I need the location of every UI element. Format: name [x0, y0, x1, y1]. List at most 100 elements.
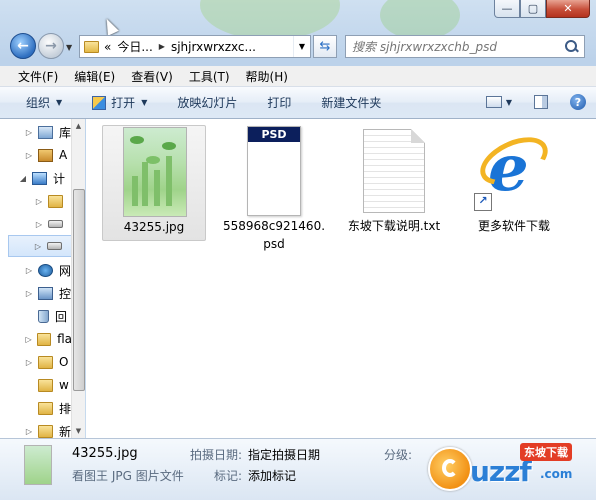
organize-label: 组织 [26, 96, 51, 110]
expand-arrow-icon[interactable]: ▷ [24, 289, 34, 298]
command-bar: 组织 ▼ 打开 ▼ 放映幻灯片 打印 新建文件夹 ▼ ? [0, 87, 596, 119]
refresh-button[interactable]: ⇆ [313, 35, 337, 58]
nav-item-label: 回 [55, 309, 68, 324]
internet-explorer-shortcut-icon: e ↗ [472, 127, 556, 211]
expand-arrow-icon[interactable]: ▷ [24, 151, 34, 160]
scroll-thumb[interactable] [73, 189, 85, 391]
folder-icon [38, 378, 53, 392]
folder-icon [38, 355, 53, 369]
details-file-name: 43255.jpg [72, 446, 138, 461]
close-button[interactable]: ✕ [546, 0, 590, 18]
file-name: 558968c921460.psd [222, 219, 326, 251]
nav-item-folder[interactable]: ▷ fla [0, 328, 73, 350]
change-view-icon[interactable] [485, 96, 502, 108]
network-icon [38, 263, 53, 277]
uzzf-watermark-logo: uzzf .com 东坡下载 [420, 443, 590, 498]
slideshow-button[interactable]: 放映幻灯片 [177, 94, 237, 111]
expand-arrow-icon[interactable]: ▷ [34, 197, 44, 206]
drive-icon [47, 242, 62, 250]
new-folder-button[interactable]: 新建文件夹 [321, 94, 381, 111]
new-folder-label: 新建文件夹 [321, 96, 382, 110]
expand-arrow-icon[interactable]: ▷ [34, 220, 44, 229]
breadcrumb-segment[interactable]: 今日... [117, 38, 152, 55]
nav-item-recycle-bin[interactable]: 回 [0, 305, 72, 327]
explorer-window: — ▢ ✕ ← → ▼ « 今日... ▶ sjhjrxwrxzxc... ▼ … [0, 0, 596, 500]
nav-item-folder[interactable]: w [0, 374, 72, 396]
file-item[interactable]: PSD 558968c921460.psd [222, 125, 326, 253]
scroll-down-icon[interactable]: ▼ [72, 424, 85, 438]
nav-scrollbar[interactable]: ▲ ▼ [71, 119, 85, 438]
computer-icon [32, 171, 47, 185]
chevron-down-icon[interactable]: ▼ [506, 98, 512, 107]
minimize-button[interactable]: — [494, 0, 520, 18]
nav-item-local-disk[interactable]: ▷ [0, 190, 72, 212]
nav-item-label: 排 [59, 401, 72, 416]
nav-item-label: fla [57, 332, 72, 346]
search-box[interactable] [345, 35, 585, 58]
maximize-button[interactable]: ▢ [520, 0, 546, 18]
open-button[interactable]: 打开 ▼ [92, 94, 147, 111]
arrow-left-icon: ← [17, 38, 29, 54]
search-icon[interactable] [565, 39, 579, 54]
chevron-down-icon: ▼ [141, 98, 148, 107]
control-panel-icon [38, 286, 53, 300]
recent-pages-dropdown-icon[interactable]: ▼ [66, 43, 72, 52]
menu-help[interactable]: 帮助(H) [246, 68, 288, 85]
preview-pane-icon[interactable] [534, 95, 548, 109]
address-bar[interactable]: « 今日... ▶ sjhjrxwrxzxc... ▼ [79, 35, 311, 58]
nav-item-label: 控 [59, 286, 72, 301]
file-name: 东坡下载说明.txt [347, 219, 441, 233]
nav-item-folder[interactable]: ▷ 新 [0, 420, 72, 438]
menu-view[interactable]: 查看(V) [131, 68, 173, 85]
forward-button[interactable]: → [38, 33, 64, 59]
view-controls: ▼ ? [485, 87, 586, 117]
scroll-up-icon[interactable]: ▲ [72, 119, 85, 133]
nav-item-label: 计 [53, 171, 66, 186]
nav-item-drive[interactable]: ▷ [0, 213, 72, 235]
file-item[interactable]: 43255.jpg [102, 125, 206, 241]
local-disk-icon [48, 194, 63, 208]
search-input[interactable] [346, 39, 563, 54]
nav-item-drive-selected[interactable]: ▷ [8, 235, 74, 257]
nav-item-libraries[interactable]: ▷ 库 [0, 121, 72, 143]
details-rating-key: 分级: [384, 448, 413, 462]
nav-item-label: O [59, 355, 69, 369]
breadcrumb-segment[interactable]: sjhjrxwrxzxc... [171, 40, 256, 54]
expand-arrow-icon[interactable]: ▷ [24, 266, 34, 275]
folder-icon [37, 332, 52, 346]
address-dropdown-icon[interactable]: ▼ [293, 36, 310, 57]
nav-item-user[interactable]: ▷ A [0, 144, 72, 166]
nav-item-network[interactable]: ▷ 网 [0, 259, 72, 281]
expand-arrow-icon[interactable]: ▷ [24, 335, 33, 344]
open-label: 打开 [111, 96, 136, 110]
nav-item-computer[interactable]: ◢ 计 [0, 167, 72, 189]
print-button[interactable]: 打印 [267, 94, 291, 111]
expand-arrow-icon[interactable]: ▷ [24, 427, 34, 436]
back-button[interactable]: ← [10, 33, 36, 59]
expand-arrow-icon[interactable]: ▷ [33, 242, 43, 251]
expand-arrow-icon[interactable]: ▷ [24, 358, 34, 367]
breadcrumb-overflow[interactable]: « [104, 40, 111, 54]
details-date-value[interactable]: 指定拍摄日期 [248, 446, 320, 463]
nav-item-folder[interactable]: ▷ O [0, 351, 72, 373]
slideshow-label: 放映幻灯片 [177, 96, 238, 110]
nav-item-folder[interactable]: 排 [0, 397, 72, 419]
arrow-right-icon: → [45, 38, 57, 54]
expand-arrow-icon[interactable]: ▷ [24, 128, 34, 137]
menu-edit[interactable]: 编辑(E) [74, 68, 115, 85]
chevron-right-icon[interactable]: ▶ [159, 42, 165, 51]
menu-tools[interactable]: 工具(T) [189, 68, 230, 85]
drive-icon [48, 220, 63, 228]
details-tags-value[interactable]: 添加标记 [248, 467, 296, 484]
navigation-row: ← → ▼ « 今日... ▶ sjhjrxwrxzxc... ▼ ⇆ [0, 31, 596, 61]
file-item[interactable]: 东坡下载说明.txt [342, 125, 446, 235]
file-item[interactable]: e ↗ 更多软件下载 [462, 125, 566, 235]
library-icon [38, 125, 53, 139]
help-icon[interactable]: ? [570, 94, 586, 110]
organize-button[interactable]: 组织 ▼ [26, 94, 62, 111]
menu-file[interactable]: 文件(F) [18, 68, 58, 85]
collapse-arrow-icon[interactable]: ◢ [18, 174, 28, 183]
nav-item-label: 库 [59, 125, 72, 140]
details-tags-key: 标记: [214, 469, 243, 483]
nav-item-control-panel[interactable]: ▷ 控 [0, 282, 72, 304]
